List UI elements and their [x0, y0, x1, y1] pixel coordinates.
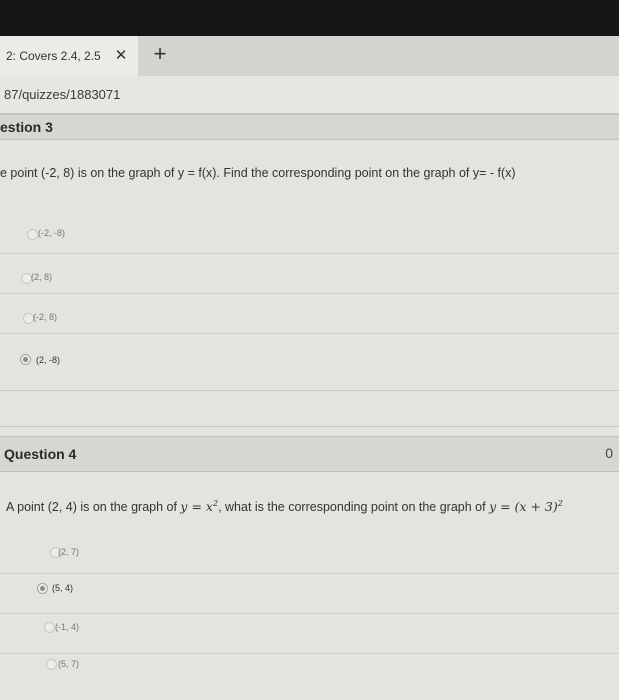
new-tab-icon[interactable]: +: [150, 42, 170, 66]
answer-option[interactable]: (5, 7): [0, 654, 619, 694]
answer-option[interactable]: (2, 7): [0, 534, 619, 574]
question-3-title: estion 3: [0, 119, 53, 135]
tab-quiz[interactable]: 2: Covers 2.4, 2.5 ✕: [0, 36, 138, 76]
question-4-title: Question 4: [4, 446, 77, 462]
address-bar[interactable]: 87/quizzes/1883071: [0, 76, 619, 114]
math-expression-2: y = (x + 3)2: [489, 499, 563, 515]
divider: [0, 426, 619, 427]
answer-option[interactable]: (-2, 8): [0, 294, 619, 334]
question-4-text-before: A point (2, 4) is on the graph of: [6, 500, 181, 515]
answer-label: (5, 4): [52, 583, 74, 593]
radio-button[interactable]: [44, 622, 55, 633]
radio-button-selected[interactable]: [20, 354, 31, 365]
question-4-text-middle: , what is the corresponding point on the…: [218, 500, 490, 515]
tab-title: 2: Covers 2.4, 2.5: [6, 49, 101, 63]
radio-button[interactable]: [46, 659, 57, 670]
answer-option[interactable]: (5, 4): [0, 574, 619, 614]
question-4-header: Question 4 0: [0, 436, 619, 472]
url-text: 87/quizzes/1883071: [4, 87, 121, 102]
browser-top-bar: [0, 0, 619, 36]
question-3-header: estion 3: [0, 114, 619, 140]
divider: [0, 390, 619, 391]
answer-label: (-2, 8): [33, 312, 58, 322]
math-expression-1: y = x2: [180, 499, 219, 515]
close-icon[interactable]: ✕: [112, 47, 130, 65]
answer-option[interactable]: (-2, -8): [0, 214, 619, 254]
tab-strip: 2: Covers 2.4, 2.5 ✕ +: [0, 36, 619, 76]
answer-label: (-1, 4): [55, 622, 80, 632]
answer-option[interactable]: (-1, 4): [0, 614, 619, 654]
answer-option[interactable]: (2, -8): [0, 334, 619, 390]
radio-button-selected[interactable]: [37, 583, 48, 594]
answer-label: (5, 7): [58, 659, 80, 669]
question-3-text: e point (-2, 8) is on the graph of y = f…: [0, 166, 516, 180]
question-4-text: A point (2, 4) is on the graph of y = x2…: [6, 499, 563, 514]
answer-option[interactable]: (2, 8): [0, 254, 619, 294]
answer-label: (-2, -8): [38, 228, 65, 238]
question-4-points: 0: [605, 445, 613, 461]
radio-button[interactable]: [27, 229, 38, 240]
quiz-page: estion 3 e point (-2, 8) is on the graph…: [0, 114, 619, 700]
answer-label: (2, -8): [36, 355, 61, 365]
answer-label: (2, 8): [31, 272, 53, 282]
answer-label: (2, 7): [58, 547, 80, 557]
